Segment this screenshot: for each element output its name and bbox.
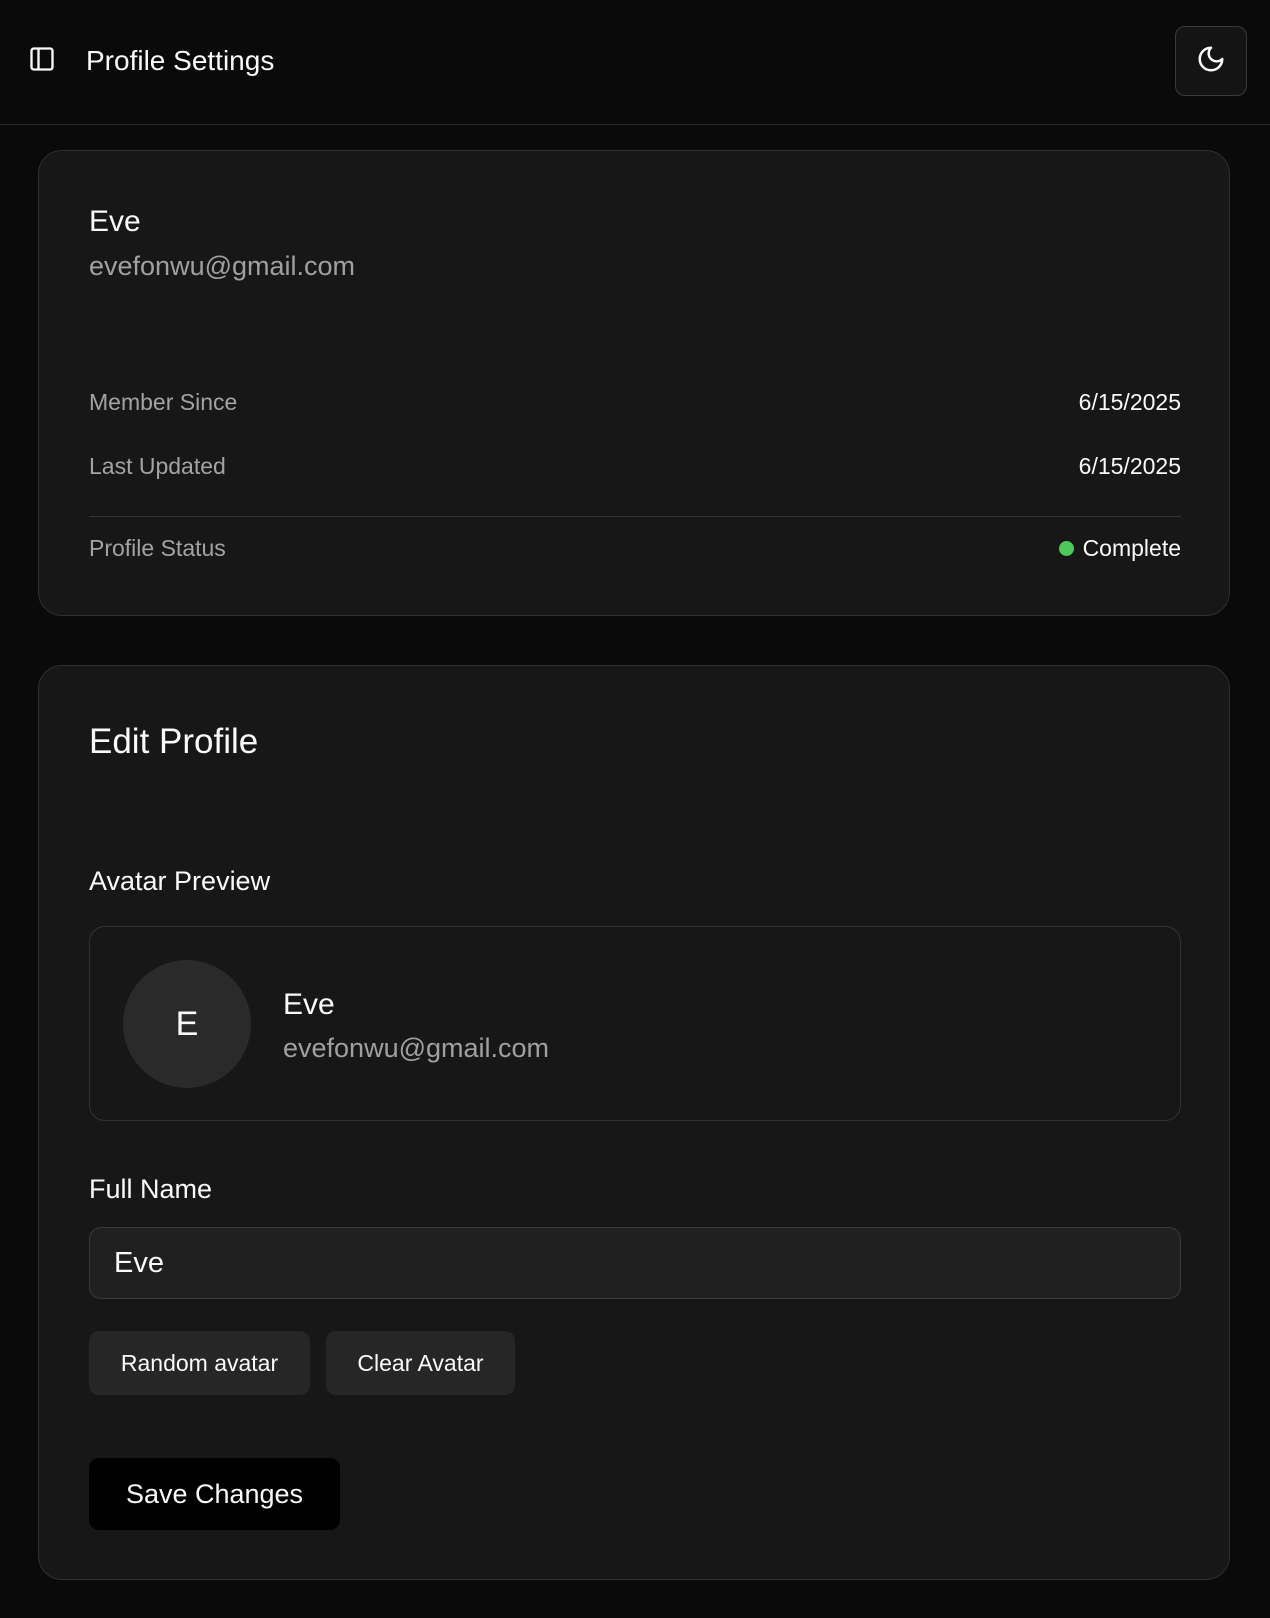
profile-email: evefonwu@gmail.com — [89, 251, 356, 281]
profile-name: Eve — [89, 205, 141, 238]
avatar-preview-label: Avatar Preview — [89, 866, 271, 896]
last-updated-value: 6/15/2025 — [1078, 453, 1181, 479]
edit-profile-title: Edit Profile — [89, 722, 259, 761]
clear-avatar-button[interactable]: Clear Avatar — [326, 1331, 515, 1395]
full-name-input[interactable] — [89, 1227, 1181, 1299]
member-since-row: Member Since 6/15/2025 — [89, 389, 1181, 416]
sidebar-toggle-icon — [28, 45, 56, 78]
page-title: Profile Settings — [86, 45, 275, 76]
avatar-preview-box: E Eve evefonwu@gmail.com — [89, 926, 1181, 1121]
full-name-label: Full Name — [89, 1174, 213, 1204]
theme-toggle-button[interactable] — [1175, 26, 1247, 96]
top-header: Profile Settings — [0, 0, 1270, 125]
status-badge: Complete — [1058, 535, 1181, 562]
random-avatar-button[interactable]: Random avatar — [89, 1331, 310, 1395]
last-updated-row: Last Updated 6/15/2025 — [89, 453, 1181, 480]
status-dot-icon — [1058, 541, 1074, 556]
profile-status-label: Profile Status — [89, 535, 226, 561]
member-since-value: 6/15/2025 — [1078, 389, 1181, 415]
avatar: E — [123, 960, 251, 1088]
save-changes-button[interactable]: Save Changes — [89, 1458, 340, 1530]
edit-profile-card: Edit Profile Avatar Preview E Eve evefon… — [38, 665, 1230, 1580]
profile-status-value: Complete — [1082, 535, 1181, 561]
moon-icon — [1196, 44, 1226, 79]
preview-email: evefonwu@gmail.com — [283, 1033, 550, 1063]
member-since-label: Member Since — [89, 389, 238, 415]
profile-info-card: Eve evefonwu@gmail.com Member Since 6/15… — [38, 150, 1230, 616]
info-divider — [89, 516, 1181, 517]
preview-name: Eve — [283, 988, 335, 1021]
profile-status-row: Profile Status Complete — [89, 535, 1181, 562]
sidebar-toggle-button[interactable] — [26, 45, 58, 77]
last-updated-label: Last Updated — [89, 453, 226, 479]
